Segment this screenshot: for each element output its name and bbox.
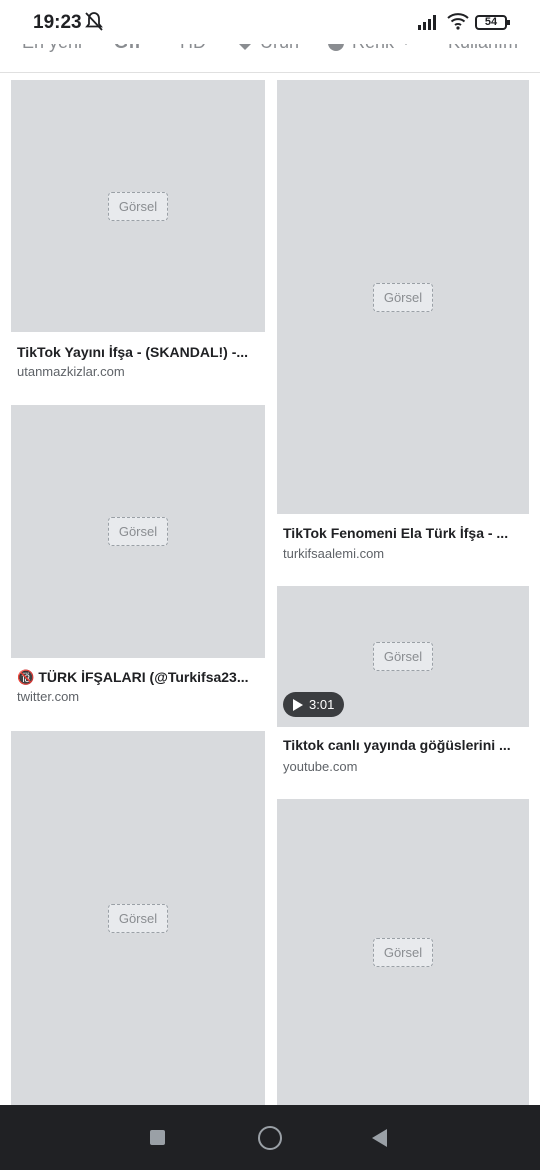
result-card[interactable]: Görsel TikTok Yayını İfşa - (SKANDAL!) -… xyxy=(11,80,265,390)
result-card[interactable]: Görsel xyxy=(277,799,529,1105)
result-thumbnail[interactable]: Görsel xyxy=(11,731,265,1105)
result-card[interactable]: Görsel TikTok Fenomeni Ela Türk İfşa - .… xyxy=(277,80,529,570)
thumbnail-placeholder: Görsel xyxy=(107,517,169,546)
system-nav-bar xyxy=(0,1105,540,1170)
result-title[interactable]: Tiktok canlı yayında göğüslerini ... xyxy=(283,737,527,753)
result-thumbnail[interactable]: Görsel xyxy=(277,799,529,1105)
result-thumbnail[interactable]: Görsel xyxy=(11,80,265,332)
result-title[interactable]: TikTok Yayını İfşa - (SKANDAL!) -... xyxy=(17,344,263,360)
result-card[interactable]: Görsel 🔞 TÜRK İFŞALARI (@Turkifsa23... t… xyxy=(11,405,265,715)
home-button[interactable] xyxy=(258,1126,282,1150)
back-button[interactable] xyxy=(372,1129,387,1147)
result-title[interactable]: 🔞 TÜRK İFŞALARI (@Turkifsa23... xyxy=(17,669,263,686)
recents-button[interactable] xyxy=(150,1130,165,1145)
battery-indicator: 54 xyxy=(475,15,510,30)
signal-icon xyxy=(418,14,440,35)
result-source: twitter.com xyxy=(17,689,80,704)
thumbnail-placeholder: Görsel xyxy=(107,191,169,221)
thumbnail-placeholder: Görsel xyxy=(107,903,169,933)
result-source: utanmazkizlar.com xyxy=(17,364,125,379)
result-source: youtube.com xyxy=(283,759,358,774)
result-card[interactable]: Görsel xyxy=(11,731,265,1105)
status-bar: 19:23 54 xyxy=(0,0,540,44)
result-source: turkifsaalemi.com xyxy=(283,546,385,561)
thumbnail-placeholder: Görsel xyxy=(372,937,434,967)
video-duration: 3:01 xyxy=(309,697,335,712)
bell-muted-icon xyxy=(84,11,104,33)
thumbnail-placeholder: Görsel xyxy=(372,642,434,671)
thumbnail-placeholder: Görsel xyxy=(372,282,434,312)
result-title[interactable]: TikTok Fenomeni Ela Türk İfşa - ... xyxy=(283,525,527,541)
result-thumbnail[interactable]: Görsel xyxy=(11,405,265,658)
status-time: 19:23 xyxy=(33,12,82,33)
play-icon xyxy=(293,698,303,711)
result-thumbnail[interactable]: Görsel xyxy=(277,80,529,514)
result-card[interactable]: Görsel 3:01 Tiktok canlı yayında göğüsle… xyxy=(277,586,529,781)
wifi-icon xyxy=(446,12,470,35)
video-duration-badge: 3:01 xyxy=(283,692,345,717)
